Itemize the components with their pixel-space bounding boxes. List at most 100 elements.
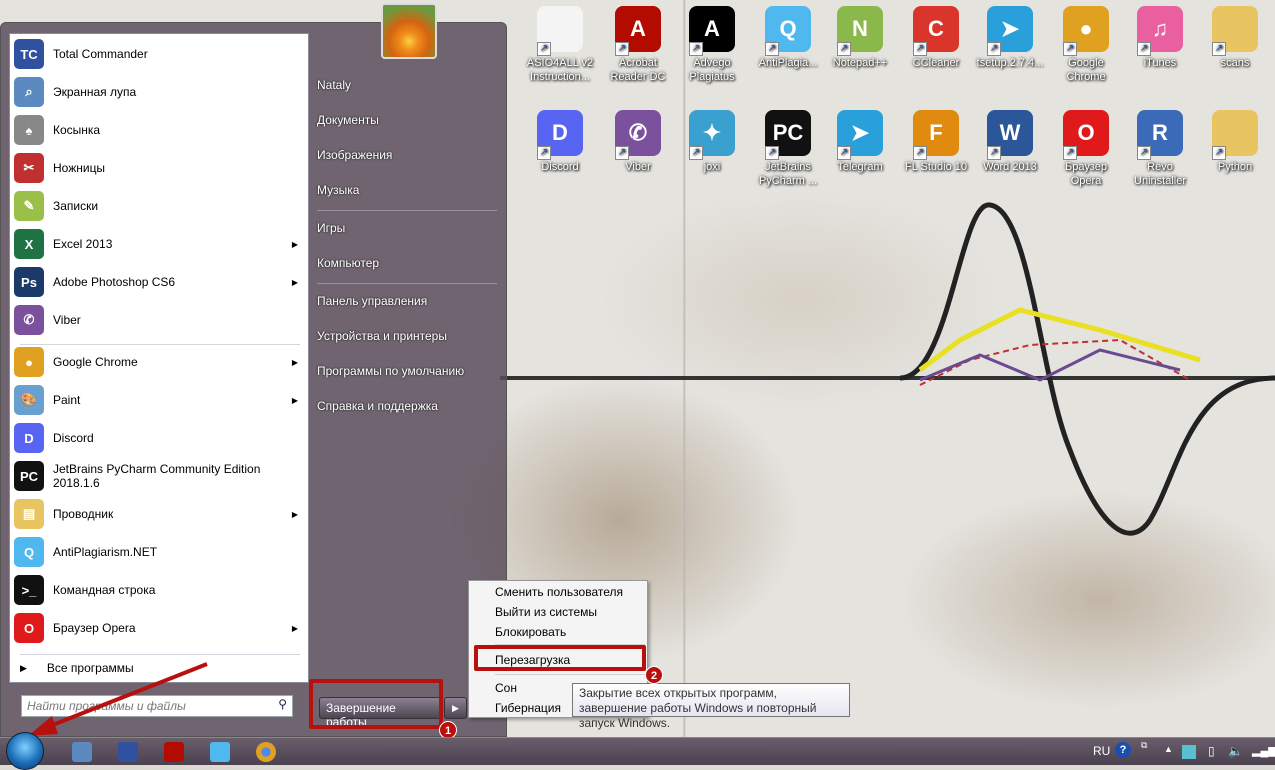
program-icon: ● <box>14 347 44 377</box>
program-item[interactable]: D Discord <box>14 420 306 456</box>
program-item[interactable]: 🎨 Paint ▶ <box>14 382 306 418</box>
desktop-icon[interactable]: O ↗ Браузер Opera <box>1049 110 1123 188</box>
desktop-icon-label: Acrobat Reader DC <box>610 57 666 83</box>
program-item[interactable]: ▤ Проводник ▶ <box>14 496 306 532</box>
separator <box>495 674 645 675</box>
start-right-item[interactable]: Изображения <box>317 148 392 162</box>
highlight-box-restart <box>474 645 646 671</box>
language-bar-icon[interactable]: ⧉ <box>1141 740 1147 751</box>
program-icon: X <box>14 229 44 259</box>
program-item[interactable]: TC Total Commander <box>14 36 306 72</box>
shortcut-arrow-icon: ↗ <box>837 146 851 160</box>
program-item[interactable]: ♠ Косынка <box>14 112 306 148</box>
start-right-item[interactable]: Музыка <box>317 183 359 197</box>
desktop-icon[interactable]: PC ↗ JetBrains PyCharm ... <box>751 110 825 188</box>
desktop-icon[interactable]: ♫ ↗ iTunes <box>1123 6 1197 70</box>
desktop-icon[interactable]: C ↗ CCleaner <box>899 6 973 70</box>
program-item[interactable]: ● Google Chrome ▶ <box>14 344 306 380</box>
desktop-icon[interactable]: F ↗ FL Studio 10 <box>899 110 973 174</box>
program-item[interactable]: PC JetBrains PyCharm Community Edition 20… <box>14 458 306 494</box>
taskbar-chrome-icon[interactable] <box>256 742 276 762</box>
desktop-icon-label: CCleaner <box>912 57 960 69</box>
search-input[interactable]: Найти программы и файлы ⚲ <box>21 695 293 717</box>
step-badge-2: 2 <box>645 666 663 684</box>
program-label: Проводник <box>53 507 114 521</box>
program-item[interactable]: Ps Adobe Photoshop CS6 ▶ <box>14 264 306 300</box>
taskbar-acrobat-icon[interactable] <box>164 742 184 762</box>
desktop-icon[interactable]: ➤ ↗ tsetup.2.7.4... <box>973 6 1047 70</box>
all-programs-button[interactable]: ▶ Все программы <box>14 660 306 676</box>
program-item[interactable]: >_ Командная строка <box>14 572 306 608</box>
shortcut-arrow-icon: ↗ <box>537 146 551 160</box>
program-item[interactable]: O Браузер Opera ▶ <box>14 610 306 646</box>
program-item[interactable]: ✆ Viber <box>14 302 306 338</box>
taskbar-explorer-icon[interactable] <box>72 742 92 762</box>
start-right-item[interactable]: Устройства и принтеры <box>317 329 447 343</box>
start-right-item[interactable]: Справка и поддержка <box>317 399 438 413</box>
menu-item-switch-user[interactable]: Сменить пользователя <box>495 585 623 599</box>
program-label: Adobe Photoshop CS6 <box>53 275 176 289</box>
desktop-icon-label: Браузер Opera <box>1065 161 1107 187</box>
program-icon: ♠ <box>14 115 44 145</box>
desktop-icon[interactable]: ● ↗ Google Chrome <box>1049 6 1123 84</box>
desktop-icon[interactable]: ✦ ↗ joxi <box>675 110 749 174</box>
tray-app-icon[interactable] <box>1182 745 1196 759</box>
program-label: Google Chrome <box>53 355 138 369</box>
program-icon: 🎨 <box>14 385 44 415</box>
desktop-icon[interactable]: R ↗ Revo Uninstaller <box>1123 110 1197 188</box>
shortcut-arrow-icon: ↗ <box>689 146 703 160</box>
desktop-icon[interactable]: ↗ scans <box>1198 6 1272 70</box>
desktop-icon[interactable]: D ↗ Discord <box>523 110 597 174</box>
desktop-icon[interactable]: ➤ ↗ Telegram <box>823 110 897 174</box>
start-right-item[interactable]: Компьютер <box>317 256 379 270</box>
desktop-icon[interactable]: Q ↗ AntiPlagia... <box>751 6 825 70</box>
desktop-icon-label: scans <box>1220 57 1250 69</box>
program-item[interactable]: X Excel 2013 ▶ <box>14 226 306 262</box>
start-right-item[interactable]: Панель управления <box>317 294 427 308</box>
menu-item-sleep[interactable]: Сон <box>495 681 517 695</box>
desktop-icon[interactable]: W ↗ Word 2013 <box>973 110 1047 174</box>
submenu-arrow-icon: ▶ <box>291 395 298 405</box>
shortcut-arrow-icon: ↗ <box>913 146 927 160</box>
menu-item-lock[interactable]: Блокировать <box>495 625 566 639</box>
all-programs-label: Все программы <box>46 661 134 675</box>
desktop-icon[interactable]: ↗ ASIO4ALL v2 Instruction... <box>523 6 597 84</box>
desktop-icon[interactable]: N ↗ Notepad++ <box>823 6 897 70</box>
battery-icon[interactable]: ▯ <box>1208 744 1215 758</box>
shortcut-arrow-icon: ↗ <box>837 42 851 56</box>
program-icon: ✂ <box>14 153 44 183</box>
start-right-item[interactable]: Документы <box>317 113 379 127</box>
start-button[interactable] <box>6 732 44 770</box>
menu-item-hibernate[interactable]: Гибернация <box>495 701 561 715</box>
help-icon[interactable]: ? <box>1115 742 1131 758</box>
language-indicator[interactable]: RU <box>1093 744 1110 758</box>
start-right-item[interactable]: Программы по умолчанию <box>317 364 464 378</box>
program-icon: D <box>14 423 44 453</box>
program-item[interactable]: Q AntiPlagiarism.NET <box>14 534 306 570</box>
taskbar-antiplagiarism-icon[interactable] <box>210 742 230 762</box>
user-picture[interactable] <box>381 3 437 59</box>
shortcut-arrow-icon: ↗ <box>987 42 1001 56</box>
program-item[interactable]: ⌕ Экранная лупа <box>14 74 306 110</box>
start-right-item[interactable]: Игры <box>317 221 345 235</box>
desktop-icon[interactable]: A ↗ Acrobat Reader DC <box>601 6 675 84</box>
desktop-icon[interactable]: ✆ ↗ Viber <box>601 110 675 174</box>
program-item[interactable]: ✂ Ножницы <box>14 150 306 186</box>
program-label: Discord <box>53 431 94 445</box>
desktop-icon-label: Python <box>1217 161 1253 173</box>
shortcut-arrow-icon: ↗ <box>1212 146 1226 160</box>
network-signal-icon[interactable]: ▂▄▆ <box>1252 744 1275 757</box>
volume-icon[interactable]: 🔈 <box>1228 744 1243 758</box>
start-right-item[interactable]: Nataly <box>317 78 351 92</box>
submenu-arrow-icon: ▶ <box>291 277 298 287</box>
desktop-icon[interactable]: A ↗ Advego Plagiatus <box>675 6 749 84</box>
shortcut-arrow-icon: ↗ <box>765 42 779 56</box>
taskbar-total-commander-icon[interactable] <box>118 742 138 762</box>
program-item[interactable]: ✎ Записки <box>14 188 306 224</box>
program-label: Экранная лупа <box>53 85 137 99</box>
desktop-icon[interactable]: ↗ Python <box>1198 110 1272 174</box>
shutdown-options-arrow[interactable]: ▶ <box>444 697 467 719</box>
menu-item-log-off[interactable]: Выйти из системы <box>495 605 597 619</box>
show-hidden-icons-icon[interactable]: ▲ <box>1164 744 1173 754</box>
program-label: AntiPlagiarism.NET <box>53 545 158 559</box>
